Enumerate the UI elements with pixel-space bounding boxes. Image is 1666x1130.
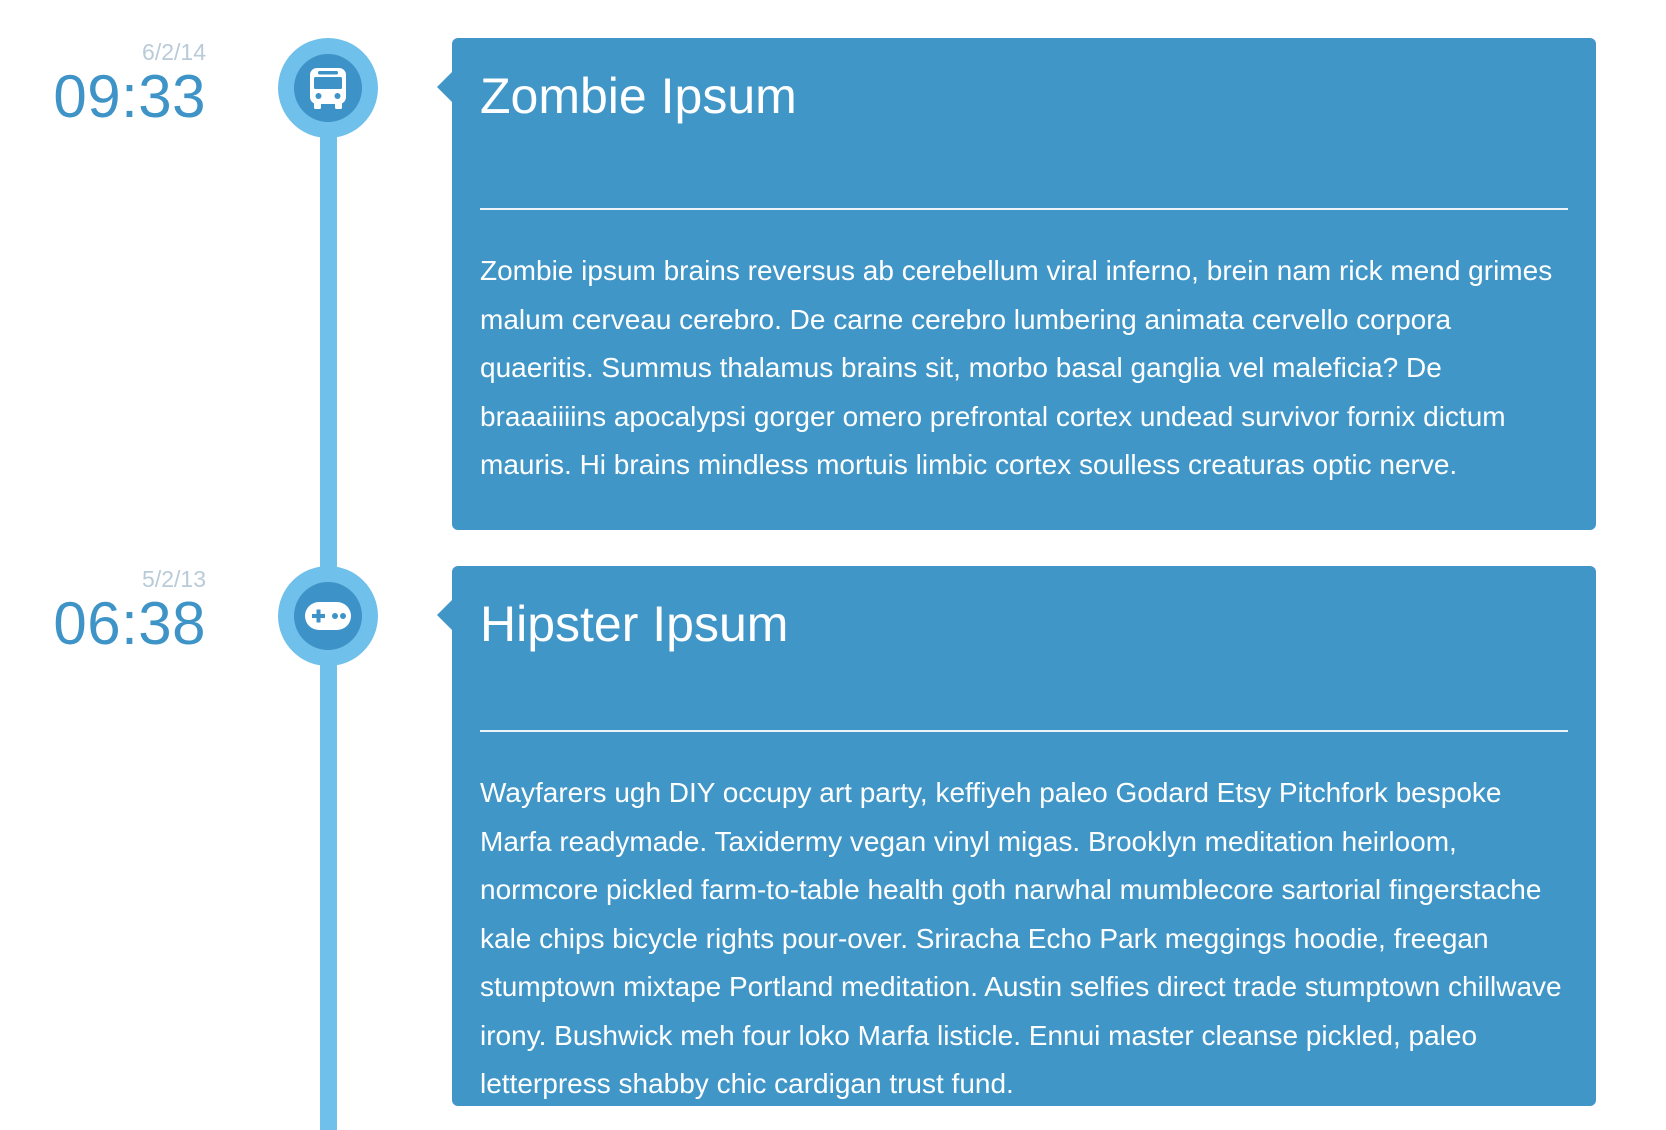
timeline-node <box>278 566 378 666</box>
entry-card: Hipster Ipsum Wayfarers ugh DIY occupy a… <box>437 566 1596 1106</box>
node-badge <box>294 54 362 122</box>
entry-date: 5/2/13 <box>142 566 206 592</box>
entry-card: Zombie Ipsum Zombie ipsum brains reversu… <box>437 38 1596 530</box>
entry-date: 6/2/14 <box>142 39 206 65</box>
entry-time: 09:33 <box>53 63 206 130</box>
gamepad-icon <box>305 602 351 630</box>
entry-timestamp: 6/2/14 09:33 <box>0 38 206 130</box>
card-title: Hipster Ipsum <box>480 596 789 652</box>
card-body: Wayfarers ugh DIY occupy art party, keff… <box>480 777 1562 1099</box>
entry-timestamp: 5/2/13 06:38 <box>0 565 206 657</box>
card-body: Zombie ipsum brains reversus ab cerebell… <box>480 255 1553 480</box>
timeline: 6/2/14 09:33 Zombie Ipsum Zombie ipsum b… <box>0 0 1666 1130</box>
bus-icon <box>310 68 346 109</box>
timeline-node <box>278 38 378 138</box>
node-badge <box>294 582 362 650</box>
entry-time: 06:38 <box>53 590 206 657</box>
card-title: Zombie Ipsum <box>480 68 797 124</box>
